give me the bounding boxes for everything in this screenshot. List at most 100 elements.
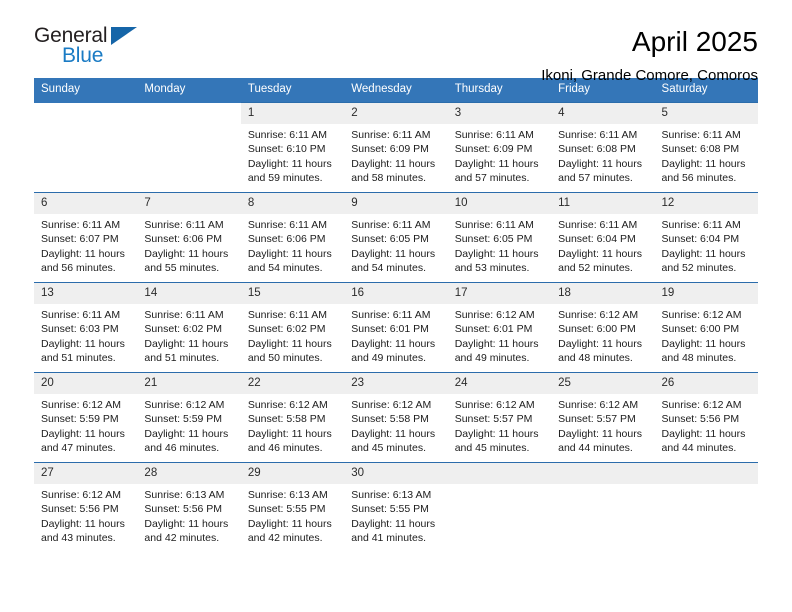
- logo-triangle-icon: [111, 27, 137, 45]
- sunset-text: Sunset: 6:09 PM: [351, 143, 429, 156]
- day-number: 2: [344, 103, 448, 124]
- calendar-day-cell[interactable]: 22 Sunrise: 6:12 AM Sunset: 5:58 PM Dayligh…: [240, 372, 345, 463]
- calendar-day-cell[interactable]: 21 Sunrise: 6:12 AM Sunset: 5:59 PM Dayligh…: [137, 372, 241, 463]
- sunset-text: Sunset: 6:01 PM: [351, 323, 429, 336]
- calendar-day-cell[interactable]: 23 Sunrise: 6:12 AM Sunset: 5:58 PM Dayligh…: [344, 372, 448, 463]
- day-details: Sunrise: 6:13 AM Sunset: 5:55 PM Daylight:…: [344, 484, 447, 545]
- day-details: Sunrise: 6:11 AM Sunset: 6:04 PM Daylight:…: [655, 214, 758, 275]
- calendar-day-cell[interactable]: 26 Sunrise: 6:12 AM Sunset: 5:56 PM Dayligh…: [654, 372, 758, 463]
- calendar-day-cell[interactable]: 29 Sunrise: 6:13 AM Sunset: 5:55 PM Dayligh…: [240, 462, 345, 552]
- day-details: Sunrise: 6:12 AM Sunset: 5:58 PM Daylight:…: [344, 394, 447, 455]
- day-details: Sunrise: 6:12 AM Sunset: 5:59 PM Daylight:…: [34, 394, 137, 455]
- general-blue-logo[interactable]: General Blue: [34, 24, 264, 72]
- day-number: 22: [240, 373, 345, 394]
- calendar-week-row: 6 Sunrise: 6:11 AM Sunset: 6:07 PM Daylight…: [34, 192, 758, 283]
- sunset-text: Sunset: 5:55 PM: [351, 503, 429, 516]
- calendar-day-cell[interactable]: 18 Sunrise: 6:12 AM Sunset: 6:00 PM Dayligh…: [551, 282, 655, 373]
- calendar-day-cell[interactable]: 13 Sunrise: 6:11 AM Sunset: 6:03 PM Dayligh…: [34, 282, 138, 373]
- day-details: Sunrise: 6:12 AM Sunset: 5:59 PM Daylight:…: [137, 394, 240, 455]
- day-number: 9: [344, 193, 448, 214]
- day-number: 7: [137, 193, 241, 214]
- sunset-text: Sunset: 6:01 PM: [454, 323, 533, 336]
- daylight-text: Daylight: 11 hours and 57 minutes.: [454, 157, 539, 184]
- cell-inner: 24 Sunrise: 6:12 AM Sunset: 5:57 PM Dayligh…: [447, 373, 552, 462]
- daylight-text: Daylight: 11 hours and 52 minutes.: [558, 247, 642, 274]
- cell-inner: 3 Sunrise: 6:11 AM Sunset: 6:09 PM Daylight…: [447, 103, 552, 192]
- sunrise-text: Sunrise: 6:13 AM: [247, 489, 328, 501]
- cell-inner: [654, 463, 758, 552]
- day-details: Sunrise: 6:11 AM Sunset: 6:01 PM Daylight:…: [344, 304, 447, 365]
- daylight-text: Daylight: 11 hours and 54 minutes.: [351, 247, 436, 274]
- sunset-text: Sunset: 5:55 PM: [247, 503, 326, 516]
- calendar-day-cell[interactable]: 6 Sunrise: 6:11 AM Sunset: 6:07 PM Daylight…: [34, 192, 138, 283]
- calendar-day-cell[interactable]: 11 Sunrise: 6:11 AM Sunset: 6:04 PM Dayligh…: [551, 192, 655, 283]
- cell-inner: 30 Sunrise: 6:13 AM Sunset: 5:55 PM Dayligh…: [344, 463, 448, 552]
- sunrise-text: Sunrise: 6:13 AM: [351, 489, 432, 501]
- calendar-day-cell[interactable]: 12 Sunrise: 6:11 AM Sunset: 6:04 PM Dayligh…: [654, 192, 758, 283]
- calendar-day-cell[interactable]: 24 Sunrise: 6:12 AM Sunset: 5:57 PM Dayligh…: [447, 372, 552, 463]
- calendar-day-cell[interactable]: 7 Sunrise: 6:11 AM Sunset: 6:06 PM Daylight…: [137, 192, 241, 283]
- day-number: 25: [551, 373, 655, 394]
- day-number: 14: [137, 283, 241, 304]
- day-details: Sunrise: 6:13 AM Sunset: 5:56 PM Daylight:…: [137, 484, 240, 545]
- calendar-week-row: 13 Sunrise: 6:11 AM Sunset: 6:03 PM Dayligh…: [34, 282, 758, 373]
- calendar-day-cell[interactable]: 8 Sunrise: 6:11 AM Sunset: 6:06 PM Daylight…: [240, 192, 345, 283]
- calendar-day-cell[interactable]: 3 Sunrise: 6:11 AM Sunset: 6:09 PM Daylight…: [447, 102, 552, 193]
- day-number: [654, 463, 758, 484]
- calendar-day-cell[interactable]: 16 Sunrise: 6:11 AM Sunset: 6:01 PM Dayligh…: [344, 282, 448, 373]
- calendar-day-cell[interactable]: 14 Sunrise: 6:11 AM Sunset: 6:02 PM Dayligh…: [137, 282, 241, 373]
- sunset-text: Sunset: 6:00 PM: [558, 323, 636, 336]
- day-number: [447, 463, 552, 484]
- calendar-day-cell[interactable]: 1 Sunrise: 6:11 AM Sunset: 6:10 PM Daylight…: [240, 102, 345, 193]
- sunset-text: Sunset: 6:05 PM: [351, 233, 429, 246]
- cell-inner: 12 Sunrise: 6:11 AM Sunset: 6:04 PM Dayligh…: [654, 193, 758, 282]
- calendar-day-cell[interactable]: 15 Sunrise: 6:11 AM Sunset: 6:02 PM Dayligh…: [240, 282, 345, 373]
- daylight-text: Daylight: 11 hours and 56 minutes.: [661, 157, 746, 184]
- day-number: 29: [240, 463, 345, 484]
- day-details: Sunrise: 6:13 AM Sunset: 5:55 PM Daylight:…: [241, 484, 344, 545]
- cell-inner: 6 Sunrise: 6:11 AM Sunset: 6:07 PM Daylight…: [34, 193, 138, 282]
- page-title: April 2025: [631, 26, 758, 57]
- calendar-day-cell[interactable]: 2 Sunrise: 6:11 AM Sunset: 6:09 PM Daylight…: [344, 102, 448, 193]
- cell-inner: 26 Sunrise: 6:12 AM Sunset: 5:56 PM Dayligh…: [654, 373, 758, 462]
- day-details: Sunrise: 6:11 AM Sunset: 6:05 PM Daylight:…: [448, 214, 551, 275]
- calendar-day-cell[interactable]: 10 Sunrise: 6:11 AM Sunset: 6:05 PM Dayligh…: [447, 192, 552, 283]
- cell-inner: 25 Sunrise: 6:12 AM Sunset: 5:57 PM Dayligh…: [551, 373, 655, 462]
- calendar-week-row: 20 Sunrise: 6:12 AM Sunset: 5:59 PM Dayligh…: [34, 372, 758, 463]
- day-of-week-sunday: Sunday: [34, 78, 138, 103]
- calendar-day-cell[interactable]: 25 Sunrise: 6:12 AM Sunset: 5:57 PM Dayligh…: [551, 372, 655, 463]
- day-details: Sunrise: 6:11 AM Sunset: 6:09 PM Daylight:…: [448, 124, 551, 185]
- calendar-day-cell[interactable]: 30 Sunrise: 6:13 AM Sunset: 5:55 PM Dayligh…: [344, 462, 448, 552]
- sunset-text: Sunset: 5:57 PM: [558, 413, 636, 426]
- daylight-text: Daylight: 11 hours and 46 minutes.: [247, 427, 332, 454]
- sunrise-text: Sunrise: 6:11 AM: [41, 309, 121, 321]
- sunrise-text: Sunrise: 6:12 AM: [661, 399, 742, 411]
- daylight-text: Daylight: 11 hours and 59 minutes.: [247, 157, 332, 184]
- calendar-day-cell[interactable]: 28 Sunrise: 6:13 AM Sunset: 5:56 PM Dayligh…: [137, 462, 241, 552]
- calendar-day-cell[interactable]: 9 Sunrise: 6:11 AM Sunset: 6:05 PM Daylight…: [344, 192, 448, 283]
- calendar-day-cell[interactable]: 17 Sunrise: 6:12 AM Sunset: 6:01 PM Dayligh…: [447, 282, 552, 373]
- sunrise-text: Sunrise: 6:11 AM: [661, 129, 741, 141]
- calendar-day-cell[interactable]: 5 Sunrise: 6:11 AM Sunset: 6:08 PM Daylight…: [654, 102, 758, 193]
- sunset-text: Sunset: 5:58 PM: [247, 413, 326, 426]
- cell-inner: 21 Sunrise: 6:12 AM Sunset: 5:59 PM Dayligh…: [137, 373, 241, 462]
- calendar-cell-empty: [654, 462, 758, 552]
- day-details: Sunrise: 6:11 AM Sunset: 6:02 PM Daylight:…: [241, 304, 344, 365]
- cell-inner: 1 Sunrise: 6:11 AM Sunset: 6:10 PM Daylight…: [240, 103, 345, 192]
- calendar-day-cell[interactable]: 4 Sunrise: 6:11 AM Sunset: 6:08 PM Daylight…: [551, 102, 655, 193]
- calendar-day-cell[interactable]: 19 Sunrise: 6:12 AM Sunset: 6:00 PM Dayligh…: [654, 282, 758, 373]
- sunrise-text: Sunrise: 6:11 AM: [247, 309, 328, 321]
- sunset-text: Sunset: 5:58 PM: [351, 413, 429, 426]
- daylight-text: Daylight: 11 hours and 41 minutes.: [351, 517, 436, 544]
- sunrise-text: Sunrise: 6:11 AM: [454, 219, 534, 231]
- sunrise-text: Sunrise: 6:12 AM: [351, 399, 432, 411]
- sunset-text: Sunset: 6:07 PM: [41, 233, 119, 246]
- sunset-text: Sunset: 6:02 PM: [247, 323, 326, 336]
- day-details: Sunrise: 6:11 AM Sunset: 6:08 PM Daylight:…: [551, 124, 654, 185]
- cell-inner: 28 Sunrise: 6:13 AM Sunset: 5:56 PM Dayligh…: [137, 463, 241, 552]
- sunset-text: Sunset: 6:09 PM: [454, 143, 533, 156]
- calendar-day-cell[interactable]: 20 Sunrise: 6:12 AM Sunset: 5:59 PM Dayligh…: [34, 372, 138, 463]
- calendar-day-cell[interactable]: 27 Sunrise: 6:12 AM Sunset: 5:56 PM Dayligh…: [34, 462, 138, 552]
- sunrise-text: Sunrise: 6:11 AM: [351, 129, 431, 141]
- calendar-cell-empty: [551, 462, 655, 552]
